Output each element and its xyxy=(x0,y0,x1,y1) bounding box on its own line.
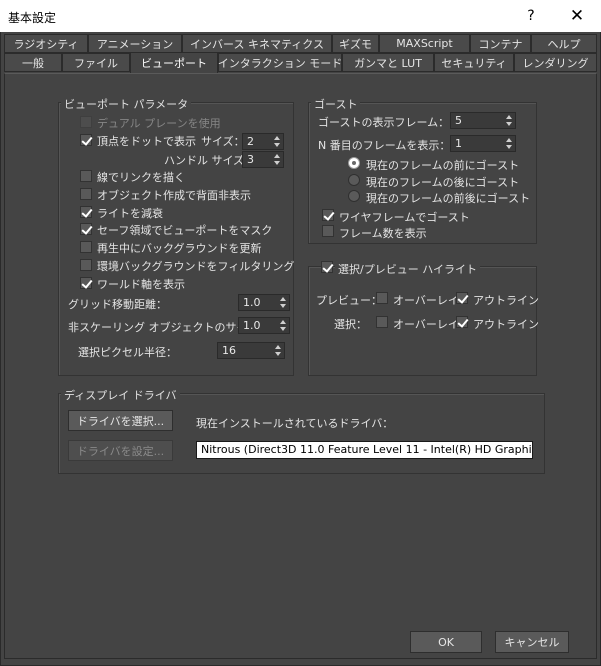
nonscale-size-value: 1.0 xyxy=(243,319,261,332)
preview-overlay-label: オーバーレイ xyxy=(393,294,459,307)
filter-env-bg-checkbox[interactable] xyxy=(80,259,92,271)
ghost-frames-value: 5 xyxy=(455,114,462,127)
grid-nudge-label: グリッド移動距離： xyxy=(68,298,167,311)
tab-containers[interactable]: コンテナ xyxy=(470,34,531,53)
world-axis-checkbox[interactable] xyxy=(80,277,92,289)
spinner-arrows-icon[interactable] xyxy=(279,295,287,310)
ghosting-label: ゴースト xyxy=(311,96,361,112)
update-bg-label: 再生中にバックグラウンドを更新 xyxy=(97,242,262,255)
ok-button[interactable]: OK xyxy=(410,631,482,653)
display-driver-group xyxy=(58,393,545,474)
attenuate-lights-label: ライトを減衰 xyxy=(97,207,163,220)
viewport-params-label: ビューポート パラメータ xyxy=(61,96,192,112)
highlight-label: 選択/プレビュー ハイライト xyxy=(335,261,480,277)
handle-size-spinner[interactable]: 3 xyxy=(242,151,284,168)
tab-security[interactable]: セキュリティ xyxy=(434,53,514,72)
choose-driver-button[interactable]: ドライバを選択... xyxy=(68,410,173,431)
tab-files[interactable]: ファイル xyxy=(62,53,130,72)
preview-overlay-checkbox[interactable] xyxy=(376,292,388,304)
tab-help[interactable]: ヘルプ xyxy=(531,34,597,53)
safe-frame-mask-checkbox[interactable] xyxy=(80,223,92,235)
nth-frame-spinner[interactable]: 1 xyxy=(450,135,516,152)
preview-label: プレビュー： xyxy=(316,294,382,307)
tab-general[interactable]: 一般 xyxy=(4,53,62,72)
window-title: 基本設定 xyxy=(8,11,57,25)
draw-links-checkbox[interactable] xyxy=(80,170,92,182)
show-frame-numbers-label: フレーム数を表示 xyxy=(339,227,427,240)
spinner-arrows-icon[interactable] xyxy=(279,318,287,333)
ghost-both-label: 現在のフレームの前後にゴースト xyxy=(366,192,531,205)
vertex-dots-checkbox[interactable] xyxy=(80,134,92,146)
spinner-arrows-icon[interactable] xyxy=(505,136,513,151)
cancel-button[interactable]: キャンセル xyxy=(495,631,569,653)
update-bg-checkbox[interactable] xyxy=(80,241,92,253)
spinner-arrows-icon[interactable] xyxy=(274,343,282,358)
safe-frame-mask-label: セーフ領域でビューポートをマスク xyxy=(97,224,273,237)
ghost-frames-label: ゴーストの表示フレーム： xyxy=(318,116,450,129)
ghost-frames-spinner[interactable]: 5 xyxy=(450,112,516,129)
select-overlay-label: オーバーレイ xyxy=(393,318,459,331)
spinner-arrows-icon[interactable] xyxy=(273,134,281,149)
installed-driver-label: 現在インストールされているドライバ： xyxy=(196,417,394,430)
select-outline-checkbox[interactable] xyxy=(456,316,468,328)
select-overlay-checkbox[interactable] xyxy=(376,316,388,328)
ghost-wireframe-checkbox[interactable] xyxy=(322,209,334,221)
tab-maxscript[interactable]: MAXScript xyxy=(379,34,470,53)
pick-radius-label: 選択ピクセル半径： xyxy=(78,346,177,359)
tab-interaction-mode[interactable]: インタラクション モード xyxy=(218,53,342,72)
dual-planes-checkbox xyxy=(80,116,92,128)
close-button[interactable]: ✕ xyxy=(554,0,600,32)
draw-links-label: 線でリンクを描く xyxy=(97,171,185,184)
preview-outline-checkbox[interactable] xyxy=(456,292,468,304)
highlight-enable-checkbox[interactable] xyxy=(321,261,333,273)
display-driver-label: ディスプレイ ドライバ xyxy=(61,387,180,403)
tab-rendering[interactable]: レンダリング xyxy=(514,53,597,72)
handle-size-value: 3 xyxy=(247,153,254,166)
tab-radiosity[interactable]: ラジオシティ xyxy=(4,34,88,53)
ghost-wireframe-label: ワイヤフレームでゴースト xyxy=(339,211,470,224)
vertex-size-label: サイズ： xyxy=(201,135,245,148)
pick-radius-spinner[interactable]: 16 xyxy=(217,342,285,359)
show-frame-numbers-checkbox[interactable] xyxy=(322,225,334,237)
backface-hide-label: オブジェクト作成で背面非表示 xyxy=(97,189,251,202)
grid-nudge-spinner[interactable]: 1.0 xyxy=(238,294,290,311)
nth-frame-label: N 番目のフレームを表示： xyxy=(318,139,451,152)
pick-radius-value: 16 xyxy=(222,344,236,357)
spinner-arrows-icon[interactable] xyxy=(505,113,513,128)
select-label: 選択： xyxy=(334,318,367,331)
spinner-arrows-icon[interactable] xyxy=(273,152,281,167)
tab-inverse-kinematics[interactable]: インバース キネマティクス xyxy=(182,34,332,53)
dual-planes-label: デュアル プレーンを使用 xyxy=(97,117,221,130)
preview-outline-label: アウトライン xyxy=(473,294,539,307)
ghost-after-label: 現在のフレームの後にゴースト xyxy=(366,176,520,189)
title-bar: 基本設定 ? ✕ xyxy=(0,0,601,32)
help-button[interactable]: ? xyxy=(508,0,554,32)
tab-gamma-lut[interactable]: ガンマと LUT xyxy=(342,53,434,72)
tab-viewports[interactable]: ビューポート xyxy=(130,52,218,73)
select-outline-label: アウトライン xyxy=(473,318,539,331)
vertex-size-spinner[interactable]: 2 xyxy=(242,133,284,150)
ghost-before-radio[interactable] xyxy=(348,157,360,169)
backface-hide-checkbox[interactable] xyxy=(80,188,92,200)
tab-gizmos[interactable]: ギズモ xyxy=(332,34,379,53)
nth-frame-value: 1 xyxy=(455,137,462,150)
ghost-after-radio[interactable] xyxy=(348,174,360,186)
installed-driver-field[interactable]: Nitrous (Direct3D 11.0 Feature Level 11 … xyxy=(196,441,533,459)
vertex-size-value: 2 xyxy=(247,135,254,148)
nonscale-size-spinner[interactable]: 1.0 xyxy=(238,317,290,334)
tab-animation[interactable]: アニメーション xyxy=(88,34,182,53)
ghost-both-radio[interactable] xyxy=(348,190,360,202)
grid-nudge-value: 1.0 xyxy=(243,296,261,309)
filter-env-bg-label: 環境バックグラウンドをフィルタリング xyxy=(97,260,295,273)
world-axis-label: ワールド軸を表示 xyxy=(97,278,185,291)
ghost-before-label: 現在のフレームの前にゴースト xyxy=(366,159,520,172)
configure-driver-button: ドライバを設定... xyxy=(68,440,173,461)
vertex-dots-label: 頂点をドットで表示 xyxy=(97,135,196,148)
attenuate-lights-checkbox[interactable] xyxy=(80,206,92,218)
